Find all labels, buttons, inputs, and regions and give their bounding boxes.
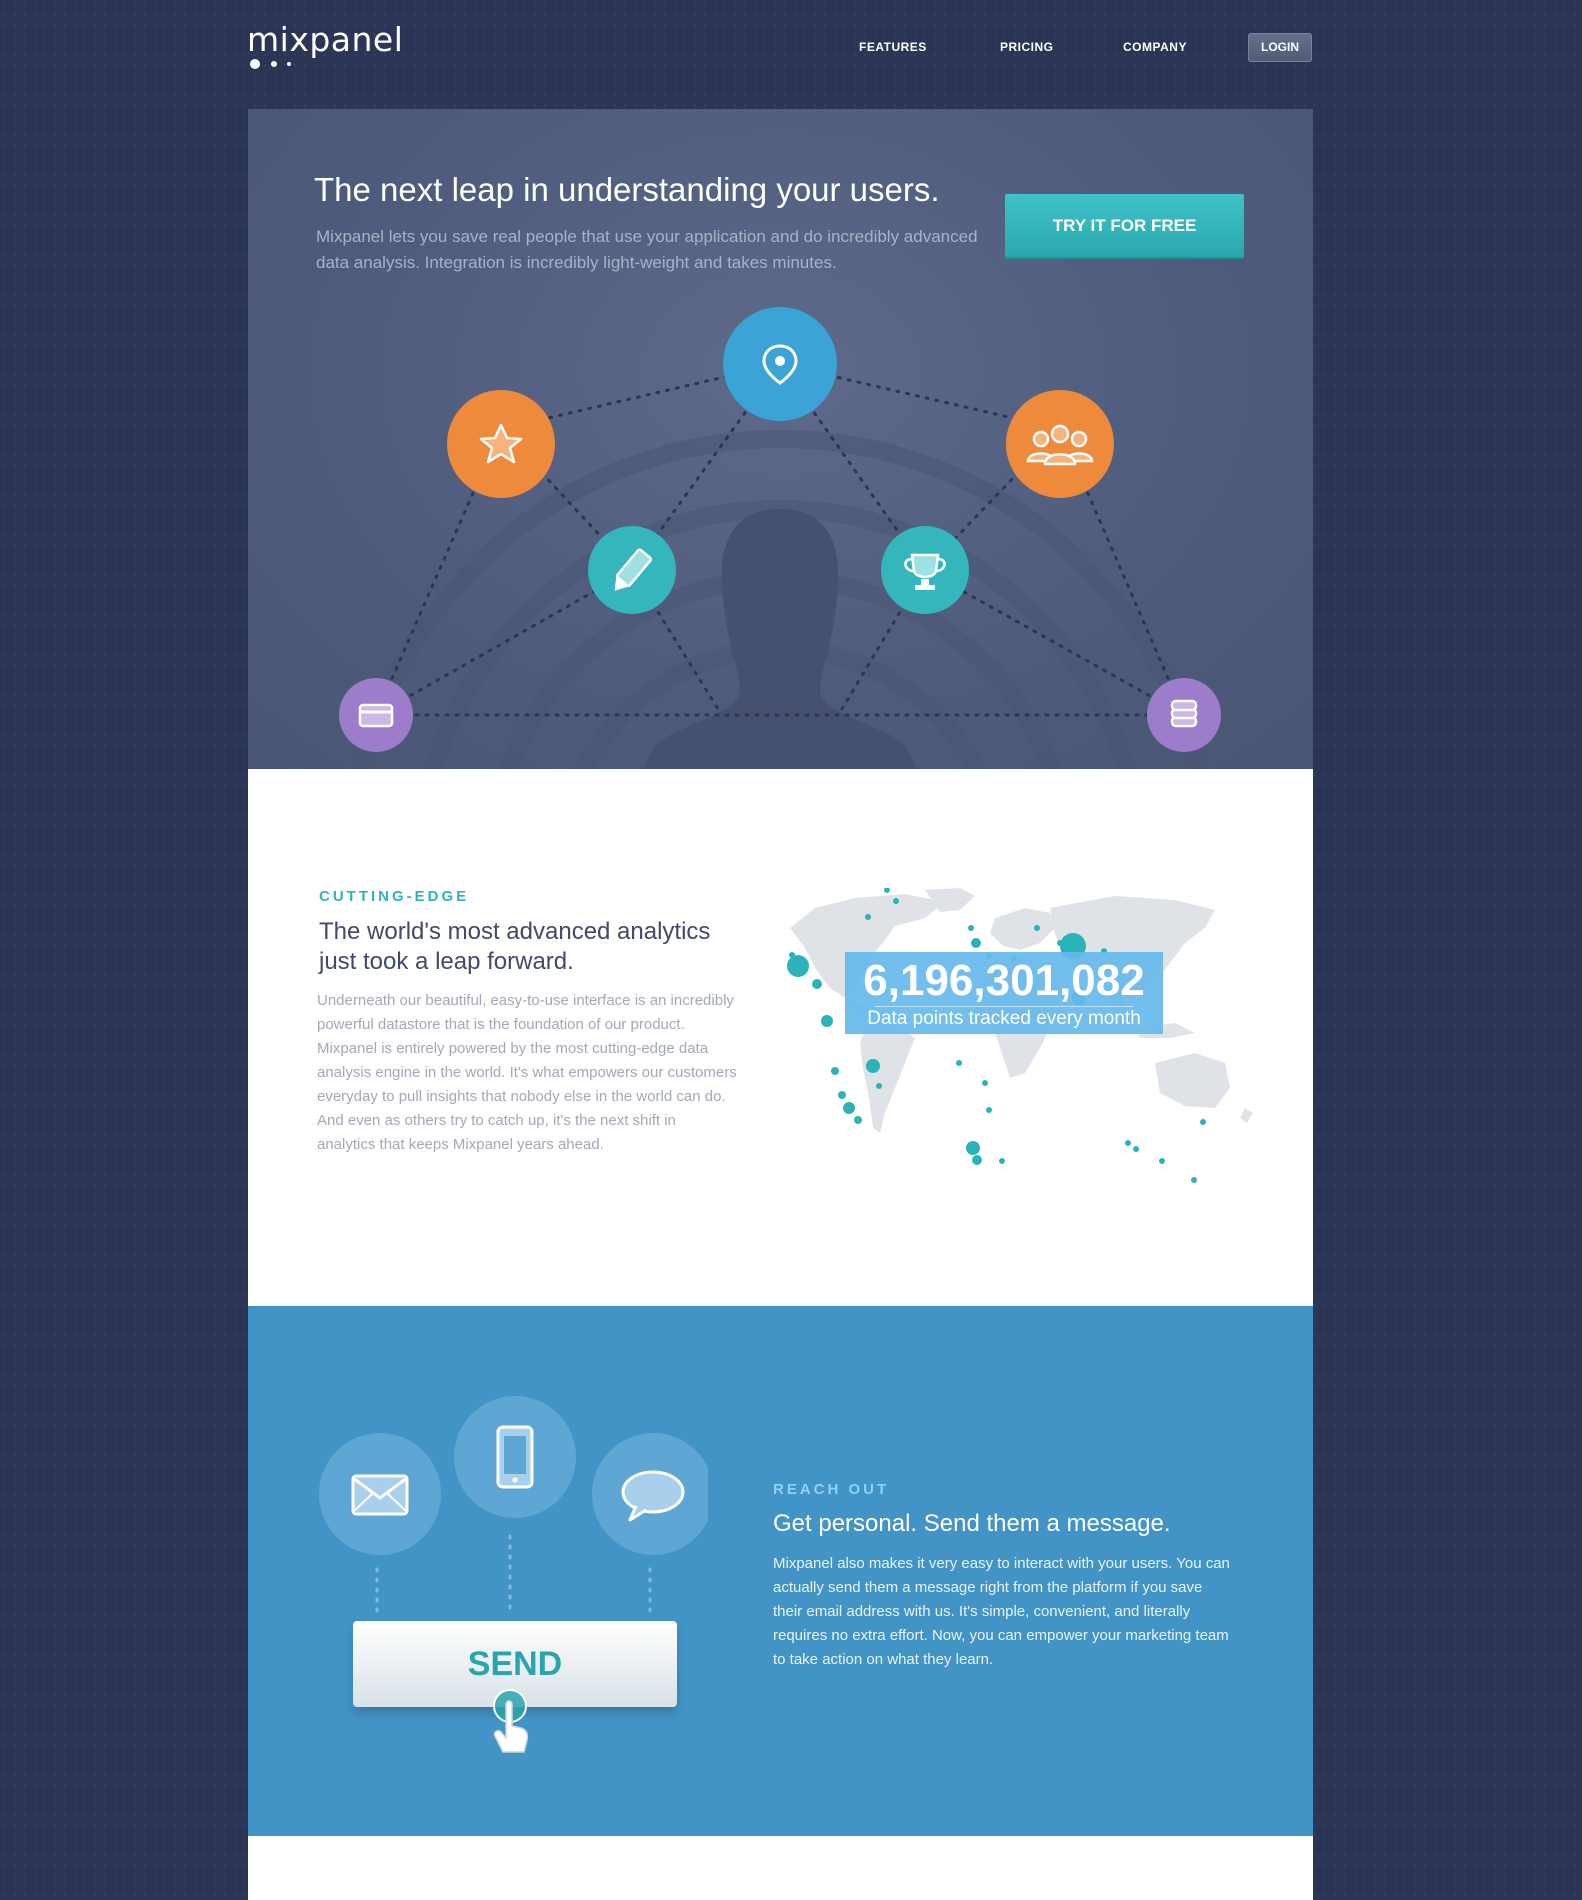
star-icon[interactable] (447, 390, 555, 498)
next-section (248, 1836, 1313, 1900)
pencil-icon[interactable] (588, 526, 676, 614)
analytics-section: CUTTING-EDGE The world's most advanced a… (248, 769, 1313, 1306)
cursor-hand-icon (493, 1689, 529, 1753)
logo-wordmark[interactable]: mixpanel (247, 20, 403, 59)
stat-divider (875, 1006, 1133, 1007)
nav-pricing[interactable]: PRICING (1000, 40, 1054, 54)
chat-bubble-icon[interactable] (592, 1433, 708, 1555)
reach-eyebrow: REACH OUT (773, 1481, 890, 1498)
reach-body: Mixpanel also makes it very easy to inte… (773, 1555, 1230, 1668)
credit-card-icon[interactable] (339, 678, 413, 752)
stat-value: 6,196,301,082 (863, 956, 1145, 1005)
world-map (787, 888, 1253, 1183)
hero-title: The next leap in understanding your user… (314, 171, 940, 208)
logo-dots-icon (250, 59, 291, 69)
reach-out-section: SEND REACH OUT Get personal. Send them a… (248, 1306, 1313, 1836)
analytics-eyebrow: CUTTING-EDGE (319, 888, 470, 905)
analytics-body: Underneath our beautiful, easy-to-use in… (317, 992, 737, 1153)
nav-features[interactable]: FEATURES (859, 40, 927, 54)
hero-section: The next leap in understanding your user… (248, 109, 1313, 769)
group-icon[interactable] (1006, 390, 1114, 498)
nav-company[interactable]: COMPANY (1123, 40, 1187, 54)
analytics-title: The world's most advanced analytics just… (319, 918, 711, 975)
try-free-button[interactable]: TRY IT FOR FREE (1005, 194, 1244, 257)
location-pin-icon[interactable] (723, 307, 837, 421)
hero-description: Mixpanel lets you save real people that … (316, 227, 978, 272)
login-button[interactable]: LOGIN (1248, 33, 1312, 62)
reach-title: Get personal. Send them a message. (773, 1510, 1171, 1537)
trophy-icon[interactable] (881, 526, 969, 614)
coins-icon[interactable] (1147, 678, 1221, 752)
stat-label: Data points tracked every month (867, 1008, 1141, 1029)
envelope-icon[interactable] (319, 1433, 441, 1555)
stat-overlay: 6,196,301,082 Data points tracked every … (845, 952, 1163, 1034)
smartphone-icon[interactable] (454, 1396, 576, 1518)
